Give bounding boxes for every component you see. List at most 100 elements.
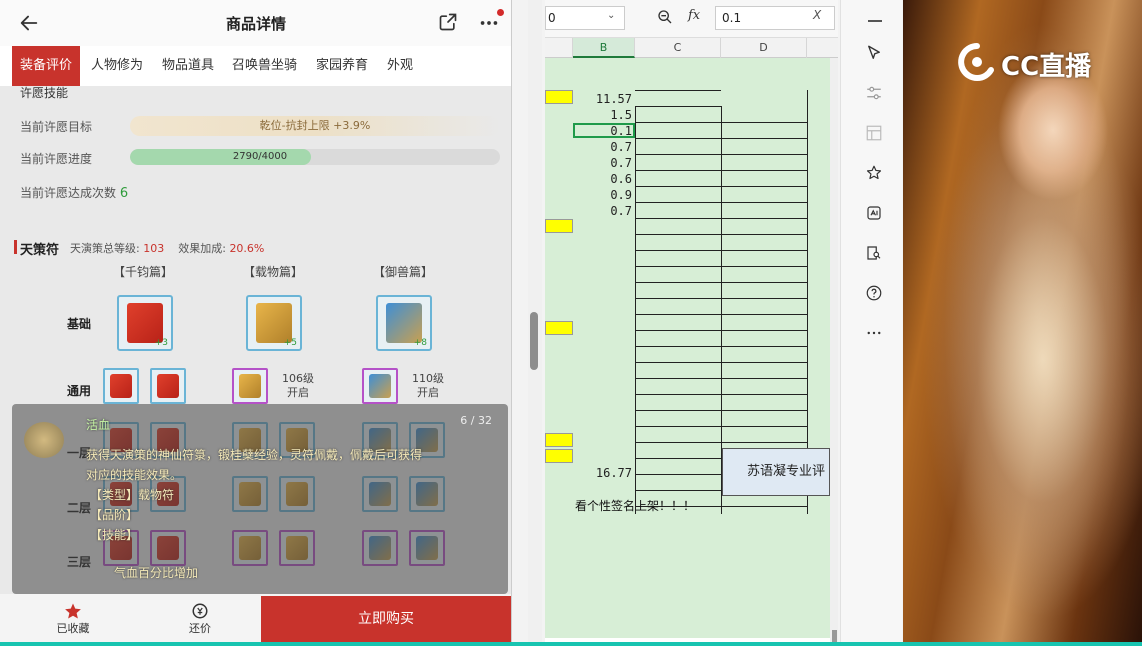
favorite-button[interactable]: 已收藏 [38, 600, 108, 640]
ai-assist-icon[interactable] [865, 204, 883, 222]
sheet-scrollbar-thumb[interactable] [832, 630, 837, 642]
column-header-b[interactable]: B [573, 38, 635, 58]
cell-grid[interactable]: 11.57 1.5 0.1 0.7 0.7 0.6 0.9 0.7 16.77 … [545, 58, 830, 638]
grid-row-line [635, 426, 721, 427]
unlock-level-1: 106级 [282, 372, 314, 385]
more-options-icon[interactable] [865, 324, 883, 342]
formula-clear-icon[interactable]: X [813, 8, 821, 22]
cell-b-value[interactable]: 11.57 [573, 92, 635, 107]
tab-summon-mounts[interactable]: 召唤兽坐骑 [232, 46, 297, 86]
bargain-button[interactable]: 还价 [170, 600, 230, 640]
talisman-base-yushou[interactable]: +8 [376, 295, 432, 351]
grid-row-line [721, 506, 807, 507]
product-detail-panel: 商品详情 装备评价 人物修为 物品道具 召唤兽坐骑 家园养育 外观 许愿技能 当… [0, 0, 512, 646]
tab-equipment-review[interactable]: 装备评价 [12, 46, 81, 86]
cursor-select-icon[interactable] [865, 44, 883, 62]
help-icon[interactable] [865, 284, 883, 302]
tab-character-cultivation[interactable]: 人物修为 [91, 46, 143, 86]
buy-now-button[interactable]: 立即购买 [261, 596, 511, 642]
merged-cell-comment[interactable]: 苏语凝专业评 [722, 448, 830, 496]
highlighted-cell[interactable] [545, 90, 573, 104]
row-base: 基础 [67, 317, 92, 331]
wish-target-label: 当前许愿目标 [20, 120, 93, 134]
page-title: 商品详情 [225, 15, 286, 33]
talisman-scroll-icon [126, 303, 164, 343]
wish-progress-label: 当前许愿进度 [20, 152, 93, 166]
cell-b-total[interactable]: 16.77 [573, 466, 635, 481]
chevron-down-icon[interactable]: ⌄ [607, 10, 615, 21]
grid-row-line [635, 394, 721, 395]
highlighted-cell[interactable] [545, 449, 573, 463]
table-layout-icon[interactable] [865, 124, 883, 142]
highlighted-cell[interactable] [545, 321, 573, 335]
cell-b-value[interactable]: 0.9 [573, 188, 635, 203]
grid-row-line [721, 362, 807, 363]
grid-row-line [721, 154, 807, 155]
grid-row-line [635, 282, 721, 283]
row-general: 通用 [67, 384, 92, 398]
overlay-desc-1: 获得天演策的神仙符箓，锻桂蘖经验，灵符佩戴，佩戴后可获得 [86, 448, 423, 462]
overlay-page-counter: 6 / 32 [460, 414, 492, 427]
highlighted-cell[interactable] [545, 219, 573, 233]
talisman-general[interactable] [362, 368, 398, 404]
bottom-action-bar: 已收藏 还价 立即购买 [0, 594, 511, 646]
grid-row-line [635, 250, 721, 251]
talisman-scroll-icon [385, 303, 423, 343]
more-dots-icon[interactable] [478, 12, 500, 34]
function-icon[interactable]: fx [688, 8, 700, 23]
sliders-icon[interactable] [865, 84, 883, 102]
grid-row-line [721, 138, 807, 139]
zoom-out-icon[interactable] [657, 9, 673, 25]
tab-home[interactable]: 家园养育 [316, 46, 368, 86]
tab-appearance[interactable]: 外观 [387, 46, 413, 86]
wish-progress-text: 2790/4000 [232, 151, 288, 162]
spreadsheet: 0 ⌄ fx 0.1 X B C D 11.57 1.5 0.1 0.7 0.7… [545, 0, 838, 646]
grid-row-line [635, 170, 721, 171]
grid-row-line [635, 266, 721, 267]
talisman-scroll-icon [238, 373, 262, 399]
sheet-scrollbar[interactable] [830, 58, 838, 646]
grid-row-line [721, 410, 807, 411]
star-tool-icon[interactable] [865, 164, 883, 182]
cell-b-value[interactable]: 0.7 [573, 140, 635, 155]
grid-row-line [721, 298, 807, 299]
bottom-accent-strip [0, 642, 1142, 646]
grid-row-line [721, 442, 807, 443]
grid-row-line [635, 218, 721, 219]
column-yushou: 【御兽篇】 [373, 265, 434, 279]
grid-row-line [721, 266, 807, 267]
highlighted-cell[interactable] [545, 433, 573, 447]
cell-b-value[interactable]: 0.7 [573, 156, 635, 171]
column-header-d[interactable]: D [721, 38, 807, 58]
grid-row-line [635, 490, 721, 491]
cell-b-value[interactable]: 0.7 [573, 204, 635, 219]
grid-row-line [635, 474, 721, 475]
panel-scrollbar-thumb[interactable] [530, 312, 538, 370]
column-header-a[interactable] [545, 38, 573, 58]
grid-row-line [635, 122, 721, 123]
cell-b-value[interactable]: 1.5 [573, 108, 635, 123]
talisman-base-zaiwu[interactable]: +5 [246, 295, 302, 351]
share-icon[interactable] [438, 12, 458, 32]
talisman-preview-icon [24, 422, 64, 458]
cell-note[interactable]: 看个性签名上架！！！ [575, 497, 695, 514]
talisman-general[interactable] [150, 368, 186, 404]
wish-count-label: 当前许愿达成次数 6 [20, 184, 128, 201]
grid-row-line [721, 170, 807, 171]
header-bar: 商品详情 [0, 0, 511, 46]
column-header-c[interactable]: C [635, 38, 721, 58]
talisman-general[interactable] [103, 368, 139, 404]
unlock-text-1: 开启 [287, 386, 309, 399]
grid-row-line [721, 250, 807, 251]
side-toolbar [840, 0, 902, 646]
bargain-label: 还价 [189, 622, 211, 635]
formula-bar: 0 ⌄ fx 0.1 X [545, 0, 838, 38]
cell-b-value[interactable]: 0.6 [573, 172, 635, 187]
talisman-general[interactable] [232, 368, 268, 404]
minimize-icon[interactable] [868, 20, 882, 22]
talisman-base-qianjun[interactable]: +3 [117, 295, 173, 351]
column-headers: B C D [545, 38, 838, 58]
book-search-icon[interactable] [865, 244, 883, 262]
grid-row-line [635, 330, 721, 331]
tab-items[interactable]: 物品道具 [162, 46, 214, 86]
